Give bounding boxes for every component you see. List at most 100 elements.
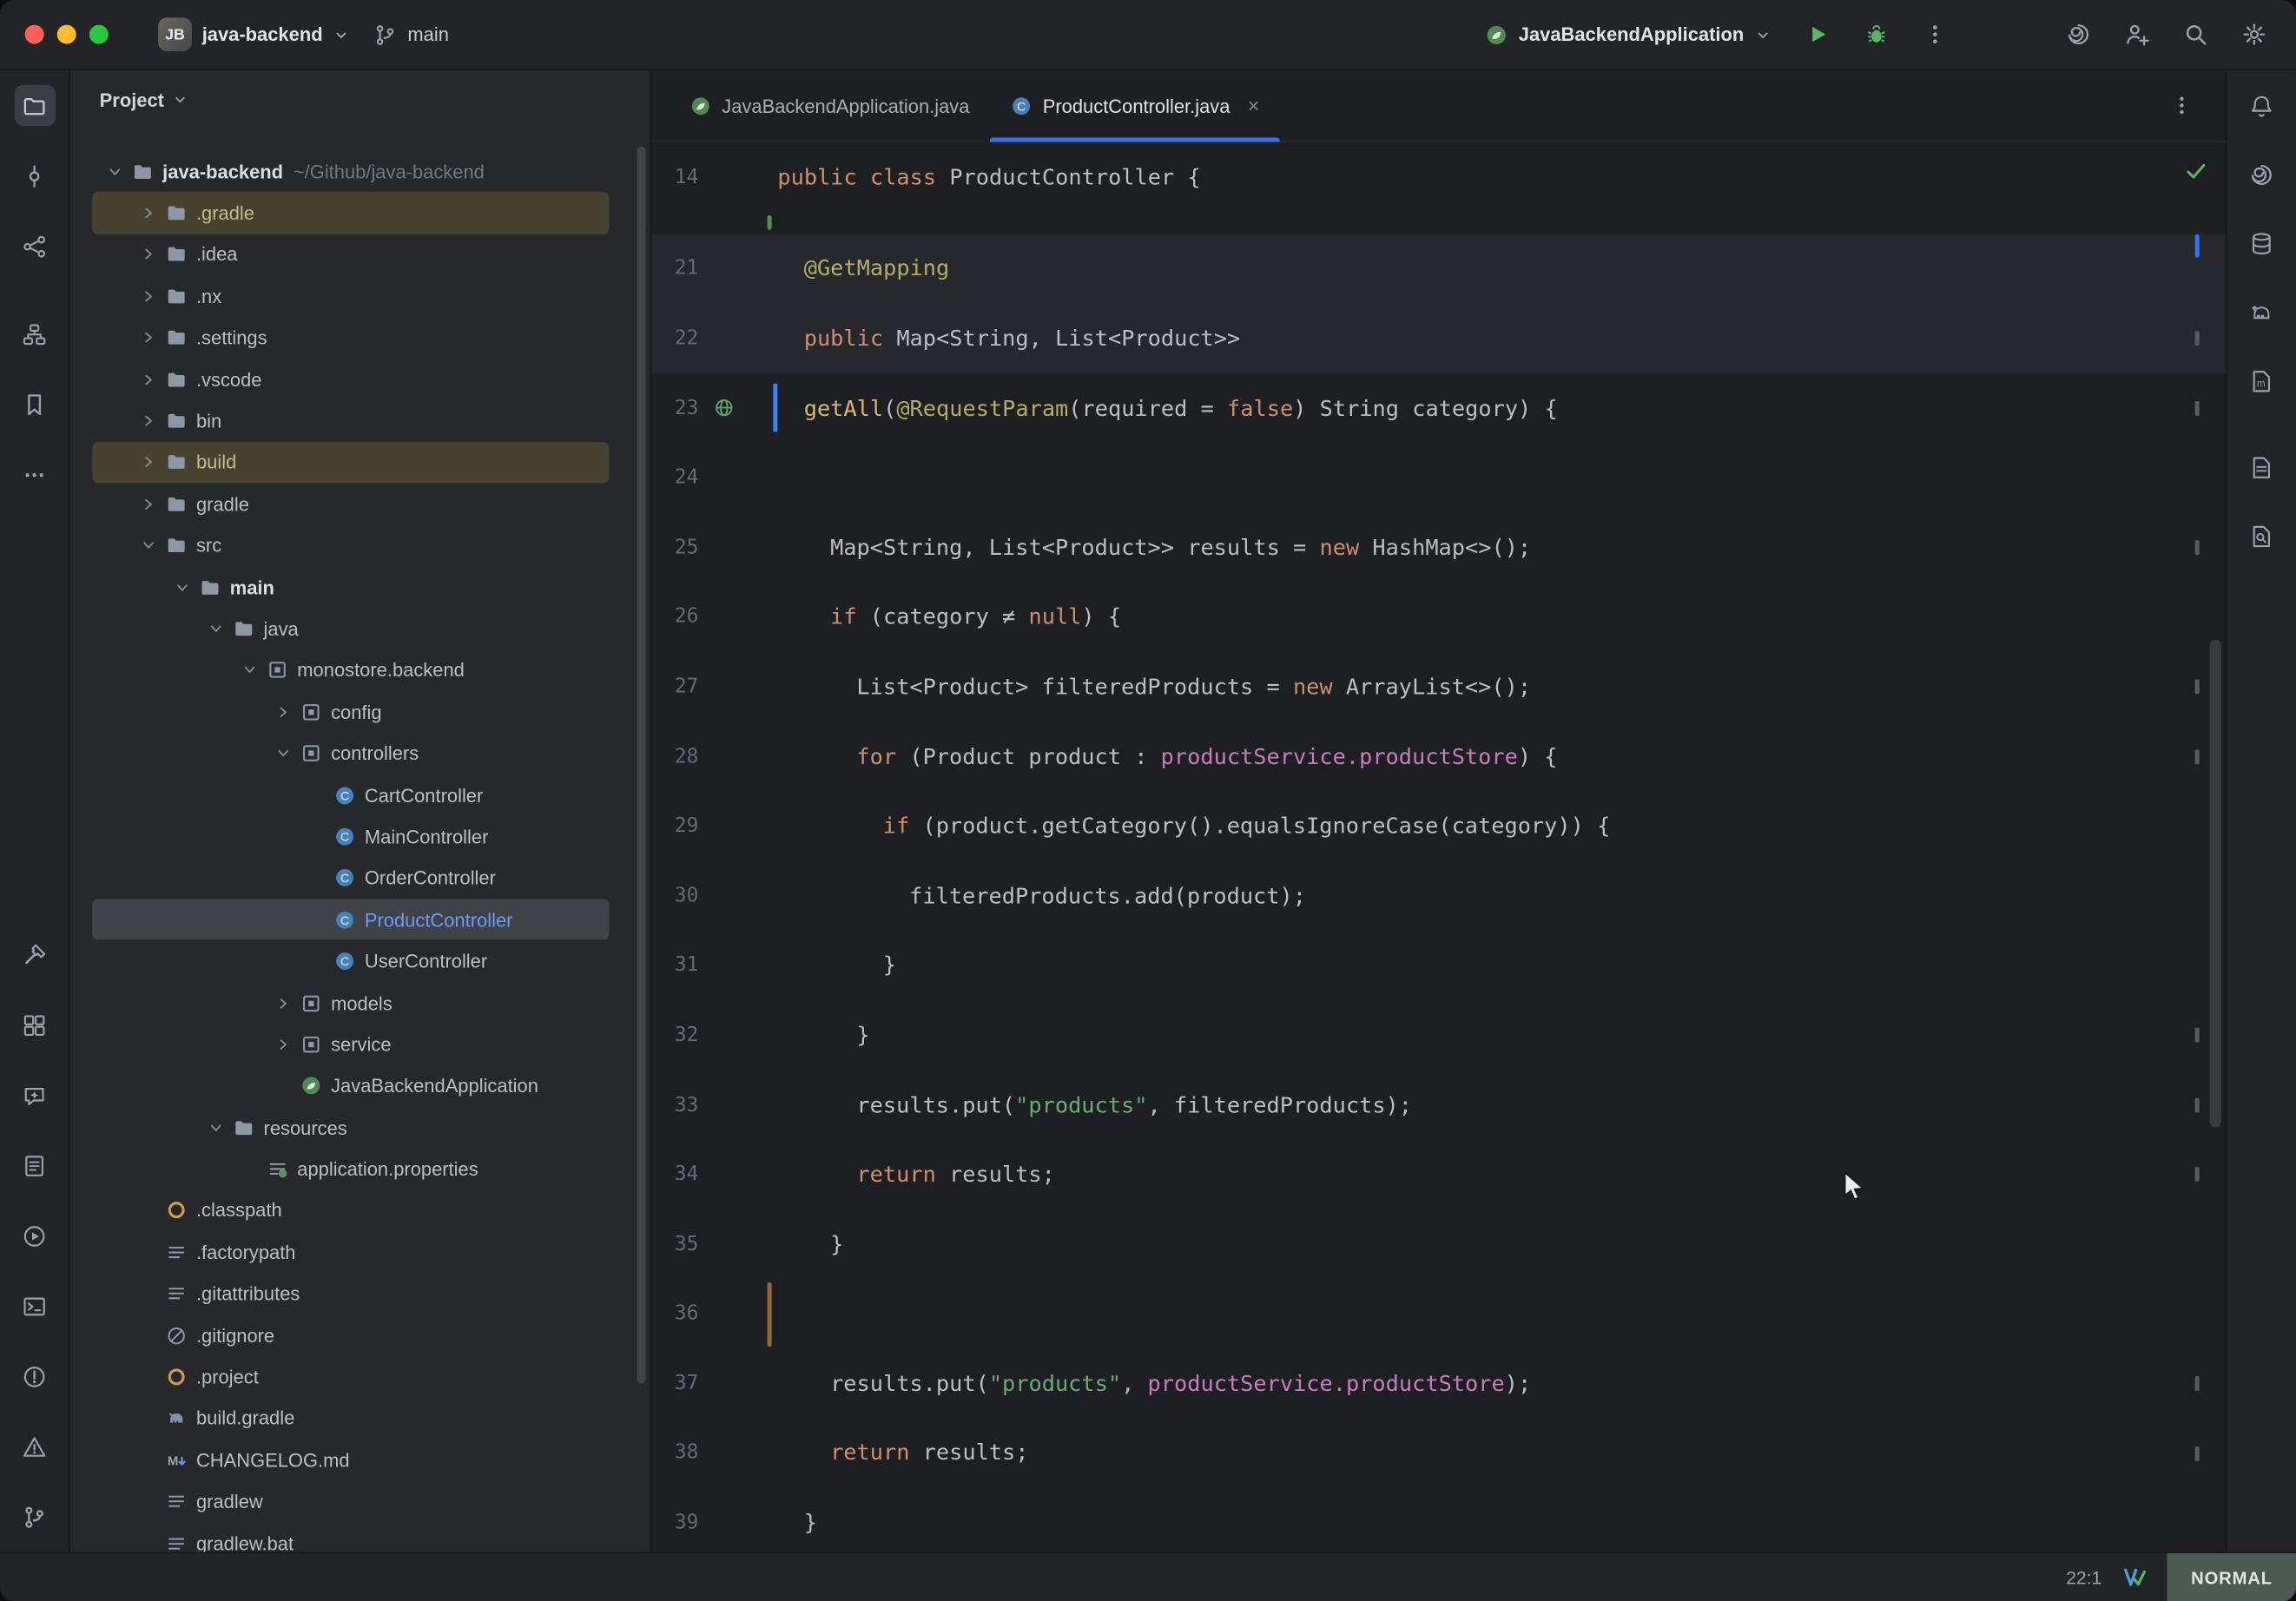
tree-row-MainController[interactable]: CMainController (92, 816, 609, 858)
chevron-closed-icon[interactable] (133, 370, 162, 389)
code-line-37[interactable]: 37results.put("products", productService… (651, 1348, 2226, 1418)
tree-row-gradlew.bat[interactable]: gradlew.bat (92, 1522, 609, 1552)
documentation-icon[interactable] (2241, 516, 2282, 557)
branch-switcher[interactable]: main (362, 10, 460, 59)
tree-row-service[interactable]: service (92, 1024, 609, 1065)
code-line-26[interactable]: 26if (category ≠ null) { (651, 582, 2226, 651)
structure-icon[interactable] (14, 313, 55, 354)
tree-row-UserController[interactable]: CUserController (92, 940, 609, 982)
code-line-36[interactable]: 36 (651, 1279, 2226, 1348)
chevron-closed-icon[interactable] (133, 495, 162, 514)
tree-row-src[interactable]: src (92, 525, 609, 567)
code-line-14[interactable]: 14public class ProductController { (651, 142, 2226, 212)
tree-row-bin[interactable]: bin (92, 400, 609, 442)
ai-assistant-button[interactable] (2053, 10, 2102, 59)
chevron-closed-icon[interactable] (133, 453, 162, 472)
more-actions-button[interactable] (1910, 10, 1959, 59)
more-tools-icon[interactable] (14, 454, 55, 495)
tree-row-main[interactable]: main (92, 566, 609, 608)
chevron-closed-icon[interactable] (133, 204, 162, 223)
tree-row-java-backend[interactable]: java-backend~/Github/java-backend (92, 151, 609, 193)
project-switcher[interactable]: JB java-backend (147, 10, 363, 59)
tab-JavaBackendApplication.java[interactable]: JavaBackendApplication.java (670, 70, 990, 141)
tree-row-.gitattributes[interactable]: .gitattributes (92, 1273, 609, 1314)
tree-row-.project[interactable]: .project (92, 1356, 609, 1398)
database-icon[interactable] (2241, 222, 2282, 263)
zoom-window-button[interactable] (89, 25, 109, 44)
ai-assistant-icon[interactable] (2241, 154, 2282, 194)
code-line-39[interactable]: 39} (651, 1488, 2226, 1552)
tree-row-.nx[interactable]: .nx (92, 275, 609, 317)
tree-row-CHANGELOG.md[interactable]: MCHANGELOG.md (92, 1440, 609, 1481)
chevron-open-icon[interactable] (201, 1118, 230, 1137)
tree-row-build[interactable]: build (92, 442, 609, 484)
ai-chat-icon[interactable] (14, 1075, 55, 1116)
chevron-closed-icon[interactable] (268, 993, 298, 1012)
tree-row-.vscode[interactable]: .vscode (92, 359, 609, 400)
chevron-open-icon[interactable] (201, 619, 230, 638)
chevron-closed-icon[interactable] (133, 412, 162, 431)
services-icon[interactable] (14, 1005, 55, 1045)
search-everywhere-button[interactable] (2170, 10, 2220, 59)
chevron-closed-icon[interactable] (133, 287, 162, 306)
code-line-38[interactable]: 38return results; (651, 1418, 2226, 1487)
code-line-29[interactable]: 29if (product.getCategory().equalsIgnore… (651, 791, 2226, 860)
tab-ProductController.java[interactable]: CProductController.java× (990, 70, 1280, 141)
problems-icon[interactable] (14, 1355, 55, 1396)
close-window-button[interactable] (25, 25, 44, 44)
tree-row-.idea[interactable]: .idea (92, 234, 609, 275)
code-line-25[interactable]: 25Map<String, List<Product>> results = n… (651, 512, 2226, 582)
code-line-27[interactable]: 27List<Product> filteredProducts = new A… (651, 652, 2226, 721)
code-line-28[interactable]: 28for (Product product : productService.… (651, 721, 2226, 791)
chevron-open-icon[interactable] (167, 577, 196, 596)
tree-row-java[interactable]: java (92, 608, 609, 649)
code-line-35[interactable]: 35} (651, 1209, 2226, 1279)
chevron-closed-icon[interactable] (268, 1035, 298, 1054)
code-line-23[interactable]: 23getAll(@RequestParam(required = false)… (651, 373, 2226, 443)
tree-row-controllers[interactable]: controllers (92, 733, 609, 774)
tree-row-.gitignore[interactable]: .gitignore (92, 1314, 609, 1356)
tree-row-.factorypath[interactable]: .factorypath (92, 1231, 609, 1273)
minimize-window-button[interactable] (57, 25, 76, 44)
project-panel-header[interactable]: Project (70, 70, 650, 128)
tree-row-.gradle[interactable]: .gradle (92, 193, 609, 234)
bookmarks-icon[interactable] (14, 384, 55, 425)
tree-row-monostore.backend[interactable]: monostore.backend (92, 649, 609, 691)
tree-row-OrderController[interactable]: COrderController (92, 858, 609, 899)
tree-scrollbar[interactable] (637, 147, 645, 1384)
editor[interactable]: 14public class ProductController { 21@Get… (651, 142, 2226, 1552)
chevron-open-icon[interactable] (133, 536, 162, 555)
code-line-30[interactable]: 30filteredProducts.add(product); (651, 860, 2226, 930)
tree-row-application.properties[interactable]: application.properties (92, 1149, 609, 1190)
tree-row-gradle[interactable]: gradle (92, 484, 609, 525)
gradle-icon[interactable] (2241, 292, 2282, 333)
tree-row-resources[interactable]: resources (92, 1107, 609, 1149)
code-line-32[interactable]: 32} (651, 1000, 2226, 1070)
tree-row-models[interactable]: models (92, 982, 609, 1024)
notifications-icon[interactable] (2241, 85, 2282, 126)
warnings-icon[interactable] (14, 1426, 55, 1466)
code-line-24[interactable]: 24 (651, 443, 2226, 512)
maven-icon[interactable]: m (2241, 360, 2282, 401)
tree-row-.settings[interactable]: .settings (92, 317, 609, 359)
chevron-open-icon[interactable] (268, 744, 298, 763)
settings-button[interactable] (2228, 10, 2278, 59)
tab-options-button[interactable] (2161, 85, 2202, 126)
terminal-icon[interactable] (14, 1285, 55, 1326)
chevron-open-icon[interactable] (234, 661, 264, 680)
code-line-22[interactable]: 22public Map<String, List<Product>> (651, 303, 2226, 372)
run-config-selector[interactable]: JavaBackendApplication (1474, 10, 1784, 59)
tab-close-icon[interactable]: × (1248, 96, 1260, 116)
editor-scrollbar[interactable] (2209, 640, 2220, 1128)
chevron-open-icon[interactable] (100, 162, 129, 181)
todo-icon[interactable] (14, 1145, 55, 1186)
code-line-34[interactable]: 34return results; (651, 1139, 2226, 1209)
version-control-icon[interactable] (14, 1496, 55, 1537)
dependencies-icon[interactable] (2241, 446, 2282, 487)
build-icon[interactable] (14, 934, 55, 975)
code-line-21[interactable]: 21@GetMapping (651, 234, 2226, 303)
code-line-31[interactable]: 31} (651, 931, 2226, 1000)
commit-icon[interactable] (14, 155, 55, 196)
tree-row-.classpath[interactable]: .classpath (92, 1189, 609, 1231)
chevron-closed-icon[interactable] (133, 245, 162, 264)
